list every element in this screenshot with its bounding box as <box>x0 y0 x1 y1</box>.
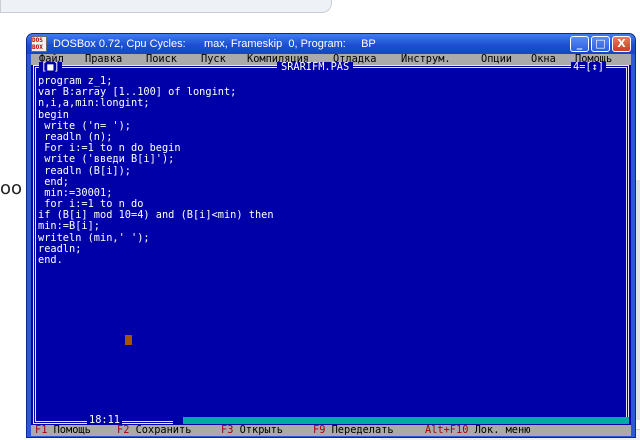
menu-item-run[interactable]: Пуск <box>201 54 226 65</box>
dos-screen[interactable]: Файл Правка Поиск Пуск Компиляция Отладк… <box>31 54 631 436</box>
window-number-zoom[interactable]: 4=[↕] <box>571 62 606 73</box>
menu-item-search[interactable]: Поиск <box>146 54 177 65</box>
menu-item-edit[interactable]: Правка <box>85 54 122 65</box>
hotkey-label: Лок. меню <box>468 424 531 436</box>
code-line: readln (B[i]); <box>38 164 131 177</box>
hotkey-key: F3 <box>221 424 234 436</box>
hotkey-label: Помощь <box>47 424 91 436</box>
background-window-edge <box>0 0 332 13</box>
hotkey-f1[interactable]: F1 Помощь <box>35 425 91 436</box>
menu-item-options[interactable]: Опции <box>481 54 512 65</box>
hotkey-label: Открыть <box>233 424 284 436</box>
close-button[interactable]: X <box>612 36 631 52</box>
hotkey-key: Alt+F10 <box>425 424 469 436</box>
window-titlebar[interactable]: DOS BOX DOSBox 0.72, Cpu Cycles: max, Fr… <box>27 34 635 54</box>
dosbox-icon[interactable]: DOS BOX <box>31 36 47 52</box>
text-cursor <box>125 335 132 345</box>
hotkey-f9[interactable]: F9 Переделать <box>313 425 394 436</box>
window-title: DOSBox 0.72, Cpu Cycles: max, Frameskip … <box>53 38 376 50</box>
hotkey-key: F9 <box>313 424 326 436</box>
hotkey-key: F1 <box>35 424 48 436</box>
editor-filename: SRARIFM.PAS <box>277 62 354 73</box>
code-editor[interactable]: program z_1; var B:array [1..100] of long… <box>38 75 274 266</box>
hotkey-f3[interactable]: F3 Открыть <box>221 425 283 436</box>
code-line: readln; <box>38 242 82 255</box>
hotkey-alt-f10[interactable]: Alt+F10 Лок. меню <box>425 425 530 436</box>
menu-item-tools[interactable]: Инструм. <box>401 54 451 65</box>
window-controls: _ □ X <box>570 36 631 52</box>
hotkey-label: Сохранить <box>129 424 192 436</box>
minimize-button[interactable]: _ <box>570 36 589 52</box>
maximize-button[interactable]: □ <box>591 36 610 52</box>
code-line: n,i,a,min:longint; <box>38 97 150 110</box>
hotkey-key: F2 <box>117 424 130 436</box>
background-text: oo <box>0 178 23 199</box>
code-line: end. <box>38 254 63 266</box>
hotkey-f2[interactable]: F2 Сохранить <box>117 425 191 436</box>
dosbox-window[interactable]: DOS BOX DOSBox 0.72, Cpu Cycles: max, Fr… <box>26 33 636 438</box>
close-box[interactable]: [■] <box>39 62 62 73</box>
hotkey-bar: F1 Помощь F2 Сохранить F3 Открыть F9 Переде… <box>31 425 631 436</box>
code-line: write ('введи B[i]'); <box>38 153 175 166</box>
menu-item-window[interactable]: Окна <box>531 54 556 65</box>
hotkey-label: Переделать <box>325 424 394 436</box>
horizontal-scrollbar[interactable] <box>173 417 629 424</box>
code-line: min:=B[i]; <box>38 220 100 233</box>
scroll-thumb[interactable] <box>173 417 183 424</box>
